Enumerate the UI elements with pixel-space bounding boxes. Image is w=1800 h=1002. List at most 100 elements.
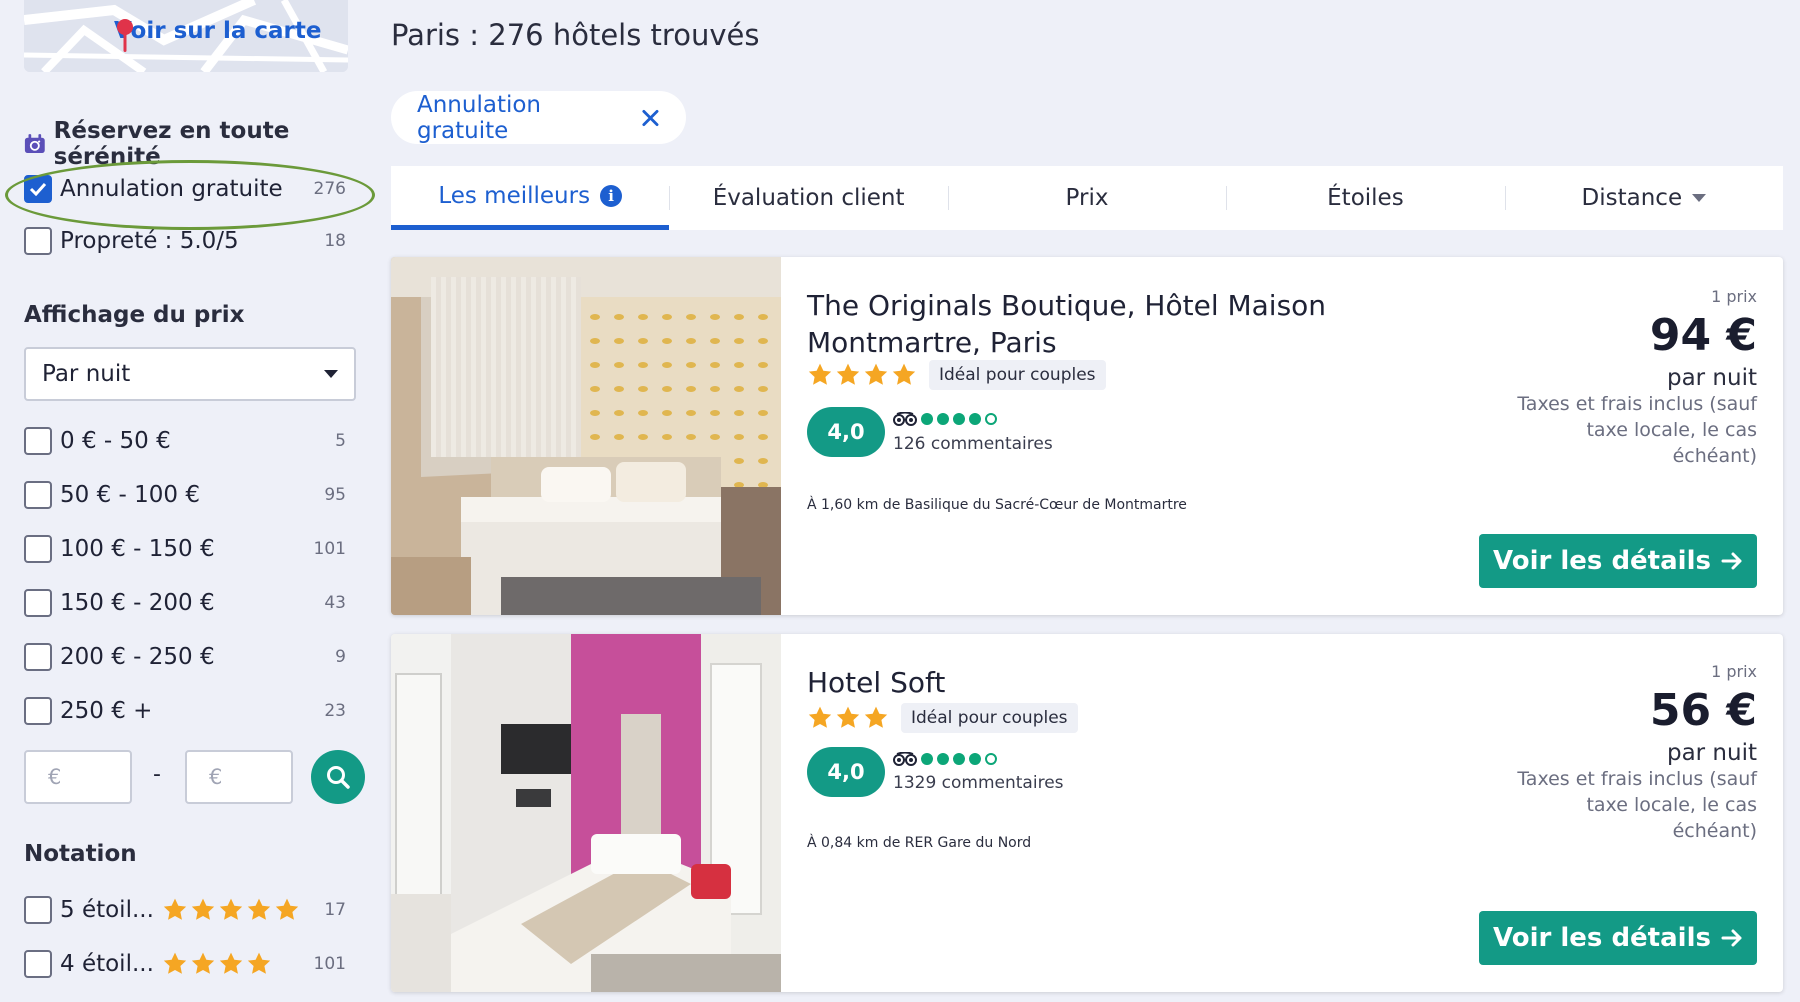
hotel-card: Hotel Soft Idéal pour couples 4,0 1329 c…: [391, 634, 1783, 992]
filter-price-range[interactable]: 100 € - 150 € 101: [24, 531, 346, 567]
hotel-distance: À 1,60 km de Basilique du Sacré-Cœur de …: [807, 497, 1187, 513]
price-offers-count: 1 prix: [1711, 662, 1757, 681]
star-icon: [836, 363, 860, 385]
rating-bubble-filled: [969, 753, 981, 765]
tab-price-label: Prix: [1065, 185, 1109, 211]
map-thumbnail[interactable]: Voir sur la carte: [24, 0, 348, 72]
hotel-name[interactable]: Hotel Soft: [807, 664, 1507, 701]
tripadvisor-rating: [893, 412, 997, 426]
per-night-label: par nuit: [1666, 365, 1757, 391]
min-price-input[interactable]: [24, 750, 132, 804]
star-rating: [162, 951, 298, 977]
rating-checkbox[interactable]: [24, 950, 52, 978]
price-range-separator: -: [153, 762, 161, 787]
price-range-checkbox[interactable]: [24, 427, 52, 455]
review-count[interactable]: 1329 commentaires: [893, 773, 1064, 793]
price-range-count: 23: [324, 701, 346, 721]
cleanliness-checkbox[interactable]: [24, 227, 52, 255]
active-filter-chip[interactable]: Annulation gratuite: [391, 91, 686, 144]
rating-bubble-empty: [985, 413, 997, 425]
price-range-label: 50 € - 100 €: [60, 482, 200, 508]
hotel-photo[interactable]: [391, 634, 781, 992]
price-range-label: 250 € +: [60, 698, 153, 724]
star-icon: [219, 952, 243, 974]
star-icon: [864, 363, 888, 385]
rating-section-title: Notation: [24, 841, 137, 867]
price-offers-count: 1 prix: [1711, 287, 1757, 306]
price-block: 1 prix 56 € par nuit Taxes et frais incl…: [1517, 662, 1757, 844]
couples-badge: Idéal pour couples: [901, 703, 1078, 733]
price-range-checkbox[interactable]: [24, 481, 52, 509]
close-icon[interactable]: [641, 108, 660, 128]
star-rating: [162, 897, 300, 923]
star-icon: [808, 363, 832, 385]
star-icon: [275, 898, 299, 920]
rating-label: 5 étoil...: [60, 897, 154, 923]
filter-price-range[interactable]: 150 € - 200 € 43: [24, 585, 346, 621]
tab-stars-label: Étoiles: [1327, 185, 1404, 211]
info-icon[interactable]: i: [600, 184, 623, 207]
per-night-label: par nuit: [1666, 740, 1757, 766]
price-display-title: Affichage du prix: [24, 302, 245, 328]
tab-distance[interactable]: Distance: [1504, 166, 1783, 230]
price-range-label: 200 € - 250 €: [60, 644, 215, 670]
calendar-shield-icon: [24, 134, 45, 154]
filter-rating-4[interactable]: 4 étoil... 101: [24, 946, 346, 982]
filter-free-cancellation[interactable]: Annulation gratuite 276: [24, 171, 346, 207]
review-count[interactable]: 126 commentaires: [893, 434, 1053, 454]
filter-price-range[interactable]: 0 € - 50 € 5: [24, 423, 346, 459]
chevron-down-icon: [1692, 194, 1707, 202]
rating-checkbox[interactable]: [24, 896, 52, 924]
rating-bubble-filled: [921, 753, 933, 765]
results-title: Paris : 276 hôtels trouvés: [391, 18, 760, 52]
rating-bubble-empty: [985, 753, 997, 765]
tab-guest-rating-label: Évaluation client: [712, 185, 905, 211]
tab-guest-rating[interactable]: Évaluation client: [669, 166, 947, 230]
guest-score-badge: 4,0: [807, 747, 885, 797]
price-range-label: 100 € - 150 €: [60, 536, 215, 562]
view-details-button[interactable]: Voir les détails: [1479, 911, 1757, 965]
hotel-price: 56 €: [1649, 685, 1757, 736]
tab-distance-label: Distance: [1581, 185, 1683, 211]
hotel-name[interactable]: The Originals Boutique, Hôtel Maison Mon…: [807, 287, 1507, 361]
arrow-right-icon: [1721, 552, 1742, 570]
filter-price-range[interactable]: 250 € + 23: [24, 693, 346, 729]
price-range-count: 5: [335, 431, 346, 451]
price-range-count: 101: [313, 539, 346, 559]
max-price-input[interactable]: [185, 750, 293, 804]
price-range-checkbox[interactable]: [24, 697, 52, 725]
rating-bubble-filled: [937, 753, 949, 765]
star-icon: [864, 706, 888, 728]
filter-rating-5[interactable]: 5 étoil... 17: [24, 892, 346, 928]
star-icon: [836, 706, 860, 728]
tab-price[interactable]: Prix: [947, 166, 1226, 230]
price-range-count: 43: [324, 593, 346, 613]
price-range-checkbox[interactable]: [24, 643, 52, 671]
view-on-map-link[interactable]: Voir sur la carte: [114, 18, 322, 52]
filter-price-range[interactable]: 50 € - 100 € 95: [24, 477, 346, 513]
hotel-room-image: [391, 257, 781, 615]
tab-stars[interactable]: Étoiles: [1226, 166, 1504, 230]
tab-best[interactable]: Les meilleurs i: [391, 166, 670, 230]
guest-score-badge: 4,0: [807, 407, 885, 457]
hotel-card: The Originals Boutique, Hôtel Maison Mon…: [391, 257, 1783, 615]
price-search-button[interactable]: [311, 750, 365, 804]
filter-cleanliness[interactable]: Propreté : 5.0/5 18: [24, 223, 346, 259]
search-icon: [327, 766, 350, 789]
tab-best-label: Les meilleurs: [438, 182, 591, 209]
hotel-photo[interactable]: [391, 257, 781, 615]
hotel-stars: Idéal pour couples: [807, 703, 1078, 733]
view-details-button[interactable]: Voir les détails: [1479, 534, 1757, 588]
star-icon: [247, 952, 271, 974]
price-range-count: 95: [324, 485, 346, 505]
price-range-checkbox[interactable]: [24, 589, 52, 617]
cleanliness-label: Propreté : 5.0/5: [60, 228, 239, 254]
free-cancellation-checkbox[interactable]: [24, 175, 52, 203]
price-range-checkbox[interactable]: [24, 535, 52, 563]
price-range-label: 0 € - 50 €: [60, 428, 171, 454]
filter-price-range[interactable]: 200 € - 250 € 9: [24, 639, 346, 675]
rating-bubble-filled: [953, 753, 965, 765]
view-details-label: Voir les détails: [1493, 546, 1711, 576]
price-display-select[interactable]: Par nuit: [24, 347, 356, 401]
rating-bubble-filled: [921, 413, 933, 425]
